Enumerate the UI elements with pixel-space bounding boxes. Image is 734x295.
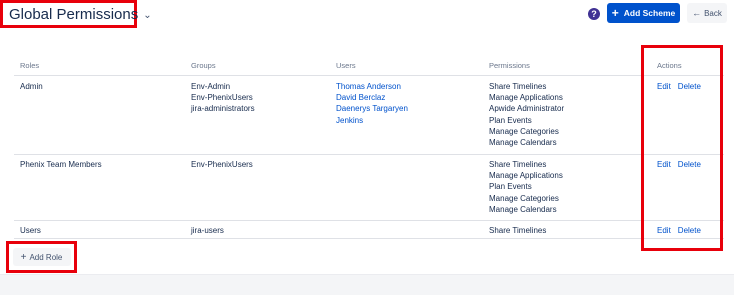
add-role-label: Add Role [29,252,63,262]
permission-item: Manage Applications [489,93,563,103]
permission-item: Share Timelines [489,226,547,235]
group-item: Env-PhenixUsers [191,93,253,103]
permission-item: Apwide Administrator [489,104,565,114]
actions-cell: Edit Delete [657,225,708,236]
actions-cell: Edit Delete [657,159,708,170]
user-link[interactable]: Daenerys Targaryen [336,103,408,114]
table-row: Admin Env-Admin Env-PhenixUsers jira-adm… [14,76,724,155]
role-name: Admin [20,82,43,91]
chevron-down-icon: ⌄ [143,9,152,21]
back-label: Back [704,8,722,18]
group-item: jira-users [191,226,224,235]
delete-link[interactable]: Delete [678,82,701,91]
permission-item: Manage Categories [489,193,559,203]
groups-cell: Env-PhenixUsers [191,159,253,170]
add-scheme-button[interactable]: + Add Scheme [607,3,680,23]
permissions-cell: Share Timelines Manage Applications Plan… [489,159,563,215]
page-title-dropdown[interactable]: Global Permissions ⌄ [0,0,152,28]
add-scheme-label: Add Scheme [623,8,676,18]
column-header-users: Users [336,61,356,70]
edit-link[interactable]: Edit [657,82,671,91]
table-row: Phenix Team Members Env-PhenixUsers Shar… [14,154,724,221]
users-cell: Thomas Anderson David Berclaz Daenerys T… [336,81,408,126]
user-link[interactable]: Thomas Anderson [336,81,408,92]
add-role-button[interactable]: + Add Role [12,248,71,266]
permission-item: Share Timelines [489,160,547,169]
table-row: Users jira-users Share Timelines Edit Del… [14,220,724,239]
actions-cell: Edit Delete [657,81,708,92]
role-name: Phenix Team Members [20,160,102,169]
edit-link[interactable]: Edit [657,226,671,235]
column-header-roles: Roles [20,61,40,70]
column-header-groups: Groups [191,61,216,70]
permissions-cell: Share Timelines Manage Applications Apwi… [489,81,564,148]
back-button[interactable]: ← Back [687,3,727,23]
permission-item: Plan Events [489,182,532,192]
footer-divider [0,274,734,295]
permission-item: Manage Calendars [489,204,557,214]
help-icon[interactable]: ? [588,8,600,20]
plus-icon: + [20,251,27,263]
group-item: Env-Admin [191,82,231,91]
column-header-permissions: Permissions [489,61,530,70]
delete-link[interactable]: Delete [678,160,701,169]
delete-link[interactable]: Delete [678,226,701,235]
groups-cell: Env-Admin Env-PhenixUsers jira-administr… [191,81,255,115]
permission-item: Manage Categories [489,126,559,136]
column-header-actions: Actions [657,61,682,70]
permission-item: Share Timelines [489,82,547,91]
permissions-cell: Share Timelines [489,225,546,236]
permission-item: Plan Events [489,115,532,125]
permission-item: Manage Applications [489,171,563,181]
role-name: Users [20,226,41,235]
group-item: jira-administrators [191,104,255,114]
groups-cell: jira-users [191,225,224,236]
add-role-highlight-box: + Add Role [6,241,77,273]
plus-icon: + [611,6,619,20]
arrow-left-icon: ← [692,8,702,18]
permission-item: Manage Calendars [489,138,557,148]
user-link[interactable]: Jenkins [336,115,408,126]
page-title: Global Permissions [9,5,139,23]
edit-link[interactable]: Edit [657,160,671,169]
group-item: Env-PhenixUsers [191,160,253,169]
table-header: Roles Groups Users Permissions Actions [14,56,724,76]
user-link[interactable]: David Berclaz [336,92,408,103]
